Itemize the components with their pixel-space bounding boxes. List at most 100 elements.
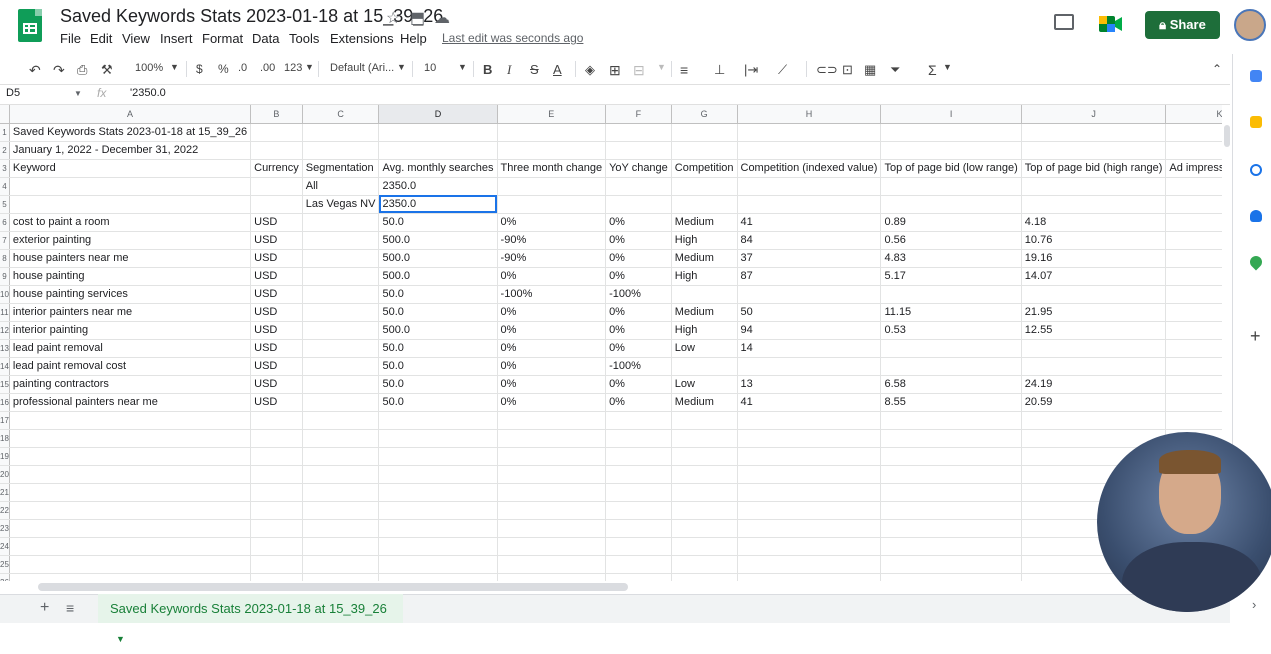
cell[interactable] [1021, 123, 1167, 142]
cell[interactable] [737, 447, 882, 466]
cell[interactable]: 0% [497, 321, 607, 340]
row-header[interactable]: 22 [0, 501, 10, 520]
cell[interactable] [378, 465, 498, 484]
cell[interactable]: house painters near me [9, 249, 252, 268]
cell[interactable] [880, 357, 1022, 376]
decrease-decimal-button[interactable]: .0 [238, 62, 247, 74]
cell[interactable] [605, 465, 672, 484]
cell[interactable]: Low [671, 339, 738, 358]
cell[interactable] [250, 483, 303, 502]
cell[interactable] [605, 123, 672, 142]
cell[interactable]: 0.89 [880, 213, 1022, 232]
row-header[interactable]: 16 [0, 393, 10, 412]
cell[interactable]: 500.0 [378, 267, 498, 286]
cell[interactable] [671, 357, 738, 376]
cell[interactable]: 11.15 [880, 303, 1022, 322]
vertical-scrollbar[interactable] [1224, 125, 1230, 147]
increase-decimal-button[interactable]: .00 [260, 62, 275, 74]
cell[interactable] [9, 537, 252, 556]
font-size-select[interactable]: 10 [424, 62, 436, 74]
more-formats-button[interactable]: 123 [284, 62, 302, 74]
cell[interactable]: 0.56 [880, 231, 1022, 250]
cell[interactable] [378, 555, 498, 574]
cell[interactable] [605, 447, 672, 466]
cell[interactable] [671, 519, 738, 538]
row-header[interactable]: 8 [0, 249, 10, 268]
cell[interactable] [497, 141, 607, 160]
cell[interactable]: Medium [671, 249, 738, 268]
cell[interactable]: -90% [497, 249, 607, 268]
insert-chart-icon[interactable]: ▦ [864, 62, 876, 78]
cell[interactable]: house painting services [9, 285, 252, 304]
cell[interactable]: 0% [497, 213, 607, 232]
calendar-icon[interactable] [1250, 70, 1262, 82]
cell[interactable] [880, 285, 1022, 304]
row-header[interactable]: 26 [0, 573, 10, 581]
cell[interactable] [302, 411, 380, 430]
cell[interactable] [880, 447, 1022, 466]
cell[interactable]: 0% [497, 303, 607, 322]
cell[interactable]: lead paint removal cost [9, 357, 252, 376]
cell[interactable] [605, 555, 672, 574]
collapse-toolbar-icon[interactable]: ⌃ [1212, 62, 1222, 76]
redo-icon[interactable]: ↷ [53, 62, 65, 79]
cell[interactable]: 41 [737, 213, 882, 232]
cell[interactable] [302, 213, 380, 232]
cell[interactable] [1165, 123, 1222, 142]
cell[interactable] [1165, 213, 1222, 232]
cell[interactable] [302, 483, 380, 502]
row-header[interactable]: 5 [0, 195, 10, 214]
row-header[interactable]: 1 [0, 123, 10, 142]
row-header[interactable]: 25 [0, 555, 10, 574]
chevron-down-icon[interactable]: ▼ [657, 62, 666, 72]
cell[interactable]: 0% [497, 339, 607, 358]
cell[interactable] [302, 555, 380, 574]
cell[interactable] [302, 141, 380, 160]
cell[interactable]: Medium [671, 393, 738, 412]
cell[interactable]: 14 [737, 339, 882, 358]
cell[interactable] [737, 177, 882, 196]
cell[interactable] [9, 501, 252, 520]
cell[interactable] [250, 447, 303, 466]
cell[interactable] [605, 537, 672, 556]
cell[interactable]: professional painters near me [9, 393, 252, 412]
menu-tools[interactable]: Tools [289, 31, 319, 46]
cell[interactable]: USD [250, 339, 303, 358]
cell[interactable] [9, 447, 252, 466]
cell[interactable] [880, 519, 1022, 538]
cell[interactable] [880, 141, 1022, 160]
cell[interactable] [1165, 393, 1222, 412]
row-header[interactable]: 7 [0, 231, 10, 250]
cell[interactable] [737, 465, 882, 484]
cell[interactable]: 0% [605, 213, 672, 232]
cell[interactable] [1165, 321, 1222, 340]
cell[interactable] [880, 483, 1022, 502]
cell[interactable]: 50.0 [378, 339, 498, 358]
cell[interactable] [302, 519, 380, 538]
cell[interactable]: 12.55 [1021, 321, 1167, 340]
cell[interactable] [302, 321, 380, 340]
cell[interactable] [250, 195, 303, 214]
cell[interactable]: Ad impression share [1165, 159, 1222, 178]
cell[interactable] [302, 267, 380, 286]
row-header[interactable]: 13 [0, 339, 10, 358]
borders-icon[interactable]: ⊞ [609, 62, 621, 79]
cell[interactable]: Low [671, 375, 738, 394]
cell[interactable] [9, 555, 252, 574]
cell[interactable]: 500.0 [378, 249, 498, 268]
cell[interactable] [497, 195, 607, 214]
chevron-down-icon[interactable]: ▼ [943, 62, 952, 72]
cell[interactable] [1165, 285, 1222, 304]
cell[interactable] [671, 195, 738, 214]
star-icon[interactable]: ☆ [386, 8, 400, 28]
cell[interactable] [250, 465, 303, 484]
column-header-b[interactable]: B [250, 105, 303, 124]
cell[interactable]: 500.0 [378, 321, 498, 340]
spreadsheet-grid[interactable]: ABCDEFGHIJKL 1Saved Keywords Stats 2023-… [0, 105, 1222, 581]
cell[interactable] [250, 573, 303, 581]
account-avatar[interactable] [1234, 9, 1266, 41]
cell[interactable] [671, 285, 738, 304]
cell[interactable]: 0% [497, 267, 607, 286]
cell[interactable]: 0% [605, 393, 672, 412]
cell[interactable] [737, 123, 882, 142]
